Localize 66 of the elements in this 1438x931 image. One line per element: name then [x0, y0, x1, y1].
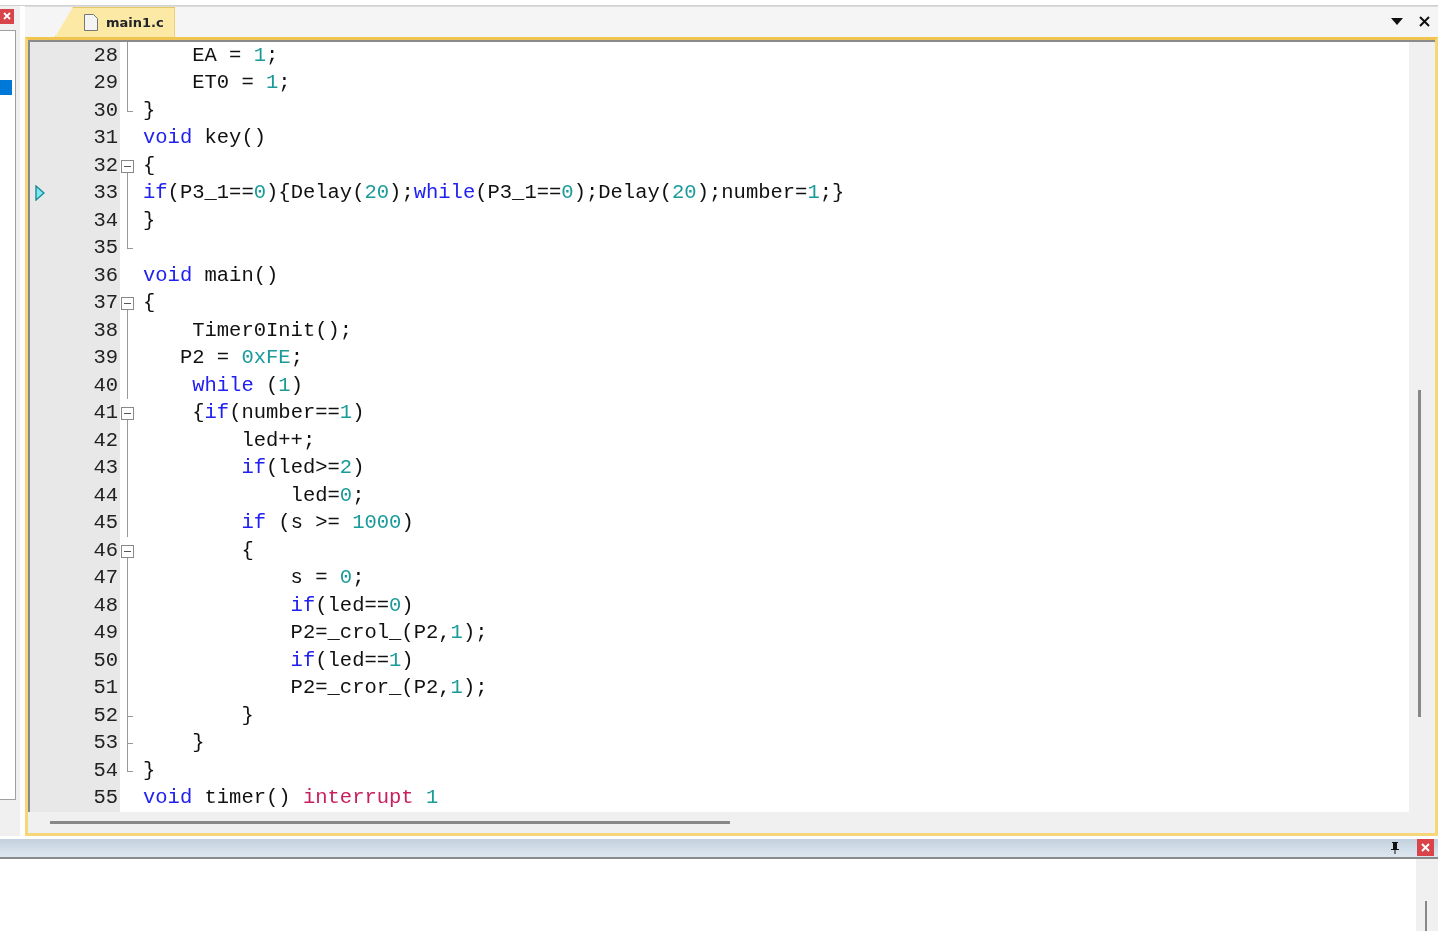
line-number: 51	[92, 675, 119, 702]
line-number: 36	[92, 262, 119, 289]
code-line: {if(number==1)	[191, 400, 365, 427]
line-number: 38	[92, 317, 119, 344]
code-line: led=0;	[289, 482, 365, 509]
code-line: if(led>=2)	[240, 455, 365, 482]
file-tab[interactable]: main1.c	[55, 6, 175, 37]
code-line: void key()	[142, 125, 267, 152]
line-number: 30	[92, 97, 119, 124]
code-line: if(led==0)	[289, 592, 414, 619]
line-number: 50	[92, 647, 119, 674]
code-line: void main()	[142, 262, 279, 289]
line-number: 28	[92, 42, 119, 69]
line-number: 46	[92, 537, 119, 564]
line-number: 52	[92, 702, 119, 729]
pin-icon[interactable]	[1389, 840, 1401, 855]
line-number: 45	[92, 510, 119, 537]
vertical-scrollbar[interactable]	[1416, 859, 1438, 931]
code-line: EA = 1;	[191, 42, 279, 69]
collapse-icon[interactable]	[121, 407, 134, 421]
code-line: }	[142, 207, 156, 234]
line-number: 35	[92, 235, 119, 262]
document-icon	[84, 13, 98, 31]
line-number: 33	[92, 180, 119, 207]
line-number: 44	[92, 482, 119, 509]
line-number: 54	[92, 757, 119, 784]
code-line: while (1)	[191, 372, 303, 399]
code-line: if (s >= 1000)	[240, 510, 414, 537]
line-number: 53	[92, 730, 119, 757]
code-line: {	[240, 537, 254, 564]
selected-item[interactable]	[0, 79, 12, 95]
line-number: 55	[92, 785, 119, 812]
line-number: 43	[92, 455, 119, 482]
code-line: {	[142, 152, 156, 179]
line-number: 42	[92, 427, 119, 454]
code-line: s = 0;	[289, 565, 365, 592]
code-line: P2=_cror_(P2,1);	[289, 675, 488, 702]
line-number: 49	[92, 620, 119, 647]
code-line: }	[142, 97, 156, 124]
code-line: if(led==1)	[289, 647, 414, 674]
line-number: 29	[92, 70, 119, 97]
code-line: Timer0Init();	[191, 317, 353, 344]
line-number: 39	[92, 345, 119, 372]
line-number: 41	[92, 400, 119, 427]
code-line: if(P3_1==0){Delay(20);while(P3_1==0);Delay(20);number=1;}	[142, 180, 845, 207]
line-number: 37	[92, 290, 119, 317]
line-number: 32	[92, 152, 119, 179]
code-line: void timer() interrupt 1	[142, 785, 439, 812]
line-number: 47	[92, 565, 119, 592]
code-line: led++;	[240, 427, 316, 454]
collapse-icon[interactable]	[121, 297, 134, 311]
code-line: P2 = 0xFE;	[178, 345, 303, 372]
line-number: 31	[92, 125, 119, 152]
collapse-icon[interactable]	[121, 544, 134, 558]
line-number: 34	[92, 207, 119, 234]
code-line: }	[240, 702, 254, 729]
line-number: 40	[92, 372, 119, 399]
line-number: 48	[92, 592, 119, 619]
code-line: P2=_crol_(P2,1);	[289, 620, 488, 647]
code-line: ET0 = 1;	[191, 70, 291, 97]
code-line: }	[142, 757, 156, 784]
dropdown-icon[interactable]	[1391, 17, 1403, 26]
code-line: }	[191, 730, 205, 757]
close-icon[interactable]	[1419, 16, 1430, 28]
code-line: {	[142, 290, 156, 317]
collapse-icon[interactable]	[121, 159, 134, 173]
